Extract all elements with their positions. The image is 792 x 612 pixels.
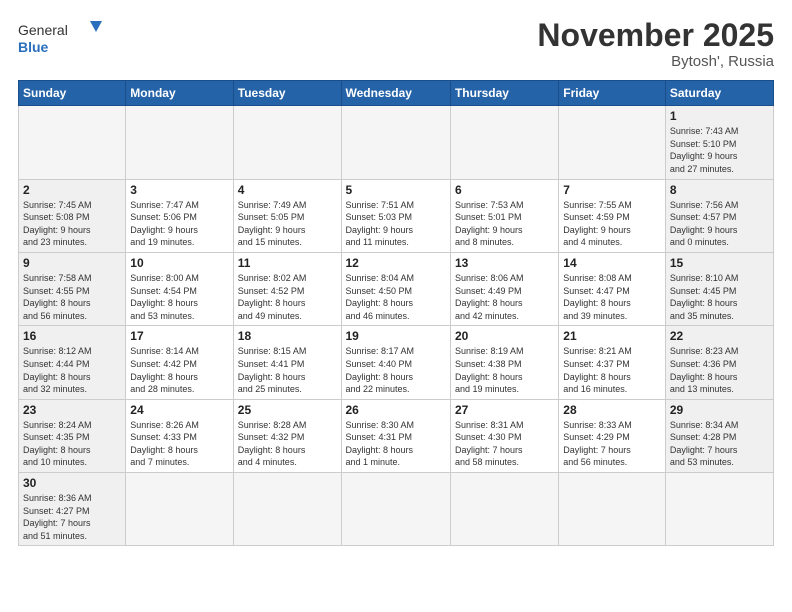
day-12: 12 Sunrise: 8:04 AM Sunset: 4:50 PM Dayl… <box>341 252 450 325</box>
day-15: 15 Sunrise: 8:10 AM Sunset: 4:45 PM Dayl… <box>665 252 773 325</box>
page: General Blue November 2025 Bytosh', Russ… <box>0 0 792 612</box>
empty-cell <box>19 106 126 179</box>
week-row-5: 23 Sunrise: 8:24 AM Sunset: 4:35 PM Dayl… <box>19 399 774 472</box>
empty-cell <box>126 106 233 179</box>
day-8: 8 Sunrise: 7:56 AM Sunset: 4:57 PM Dayli… <box>665 179 773 252</box>
header-sunday: Sunday <box>19 81 126 106</box>
empty-cell <box>126 473 233 546</box>
header-saturday: Saturday <box>665 81 773 106</box>
day-14: 14 Sunrise: 8:08 AM Sunset: 4:47 PM Dayl… <box>559 252 666 325</box>
day-17: 17 Sunrise: 8:14 AM Sunset: 4:42 PM Dayl… <box>126 326 233 399</box>
week-row-3: 9 Sunrise: 7:58 AM Sunset: 4:55 PM Dayli… <box>19 252 774 325</box>
empty-cell <box>233 106 341 179</box>
location: Bytosh', Russia <box>537 53 774 70</box>
svg-text:General: General <box>18 22 68 38</box>
generalblue-logo-icon: General Blue <box>18 18 108 58</box>
header-tuesday: Tuesday <box>233 81 341 106</box>
weekday-header-row: Sunday Monday Tuesday Wednesday Thursday… <box>19 81 774 106</box>
day-25: 25 Sunrise: 8:28 AM Sunset: 4:32 PM Dayl… <box>233 399 341 472</box>
day-6: 6 Sunrise: 7:53 AM Sunset: 5:01 PM Dayli… <box>450 179 558 252</box>
day-29: 29 Sunrise: 8:34 AM Sunset: 4:28 PM Dayl… <box>665 399 773 472</box>
day-5: 5 Sunrise: 7:51 AM Sunset: 5:03 PM Dayli… <box>341 179 450 252</box>
day-3: 3 Sunrise: 7:47 AM Sunset: 5:06 PM Dayli… <box>126 179 233 252</box>
day-18: 18 Sunrise: 8:15 AM Sunset: 4:41 PM Dayl… <box>233 326 341 399</box>
day-10: 10 Sunrise: 8:00 AM Sunset: 4:54 PM Dayl… <box>126 252 233 325</box>
empty-cell <box>341 106 450 179</box>
empty-cell <box>450 106 558 179</box>
calendar: Sunday Monday Tuesday Wednesday Thursday… <box>18 80 774 546</box>
day-28: 28 Sunrise: 8:33 AM Sunset: 4:29 PM Dayl… <box>559 399 666 472</box>
header-thursday: Thursday <box>450 81 558 106</box>
header-monday: Monday <box>126 81 233 106</box>
header: General Blue November 2025 Bytosh', Russ… <box>18 18 774 70</box>
week-row-2: 2 Sunrise: 7:45 AM Sunset: 5:08 PM Dayli… <box>19 179 774 252</box>
svg-text:Blue: Blue <box>18 39 49 55</box>
day-27: 27 Sunrise: 8:31 AM Sunset: 4:30 PM Dayl… <box>450 399 558 472</box>
title-block: November 2025 Bytosh', Russia <box>537 18 774 70</box>
week-row-1: 1 Sunrise: 7:43 AM Sunset: 5:10 PM Dayli… <box>19 106 774 179</box>
week-row-6: 30 Sunrise: 8:36 AM Sunset: 4:27 PM Dayl… <box>19 473 774 546</box>
day-1: 1 Sunrise: 7:43 AM Sunset: 5:10 PM Dayli… <box>665 106 773 179</box>
day-9: 9 Sunrise: 7:58 AM Sunset: 4:55 PM Dayli… <box>19 252 126 325</box>
day-20: 20 Sunrise: 8:19 AM Sunset: 4:38 PM Dayl… <box>450 326 558 399</box>
day-21: 21 Sunrise: 8:21 AM Sunset: 4:37 PM Dayl… <box>559 326 666 399</box>
day-2: 2 Sunrise: 7:45 AM Sunset: 5:08 PM Dayli… <box>19 179 126 252</box>
empty-cell <box>341 473 450 546</box>
day-13: 13 Sunrise: 8:06 AM Sunset: 4:49 PM Dayl… <box>450 252 558 325</box>
day-24: 24 Sunrise: 8:26 AM Sunset: 4:33 PM Dayl… <box>126 399 233 472</box>
header-wednesday: Wednesday <box>341 81 450 106</box>
day-30: 30 Sunrise: 8:36 AM Sunset: 4:27 PM Dayl… <box>19 473 126 546</box>
day-4: 4 Sunrise: 7:49 AM Sunset: 5:05 PM Dayli… <box>233 179 341 252</box>
week-row-4: 16 Sunrise: 8:12 AM Sunset: 4:44 PM Dayl… <box>19 326 774 399</box>
empty-cell <box>450 473 558 546</box>
day-11: 11 Sunrise: 8:02 AM Sunset: 4:52 PM Dayl… <box>233 252 341 325</box>
day-19: 19 Sunrise: 8:17 AM Sunset: 4:40 PM Dayl… <box>341 326 450 399</box>
month-title: November 2025 <box>537 18 774 53</box>
empty-cell <box>233 473 341 546</box>
day-16: 16 Sunrise: 8:12 AM Sunset: 4:44 PM Dayl… <box>19 326 126 399</box>
day-23: 23 Sunrise: 8:24 AM Sunset: 4:35 PM Dayl… <box>19 399 126 472</box>
header-friday: Friday <box>559 81 666 106</box>
empty-cell <box>665 473 773 546</box>
empty-cell <box>559 473 666 546</box>
day-26: 26 Sunrise: 8:30 AM Sunset: 4:31 PM Dayl… <box>341 399 450 472</box>
day-22: 22 Sunrise: 8:23 AM Sunset: 4:36 PM Dayl… <box>665 326 773 399</box>
empty-cell <box>559 106 666 179</box>
logo: General Blue <box>18 18 108 58</box>
day-7: 7 Sunrise: 7:55 AM Sunset: 4:59 PM Dayli… <box>559 179 666 252</box>
